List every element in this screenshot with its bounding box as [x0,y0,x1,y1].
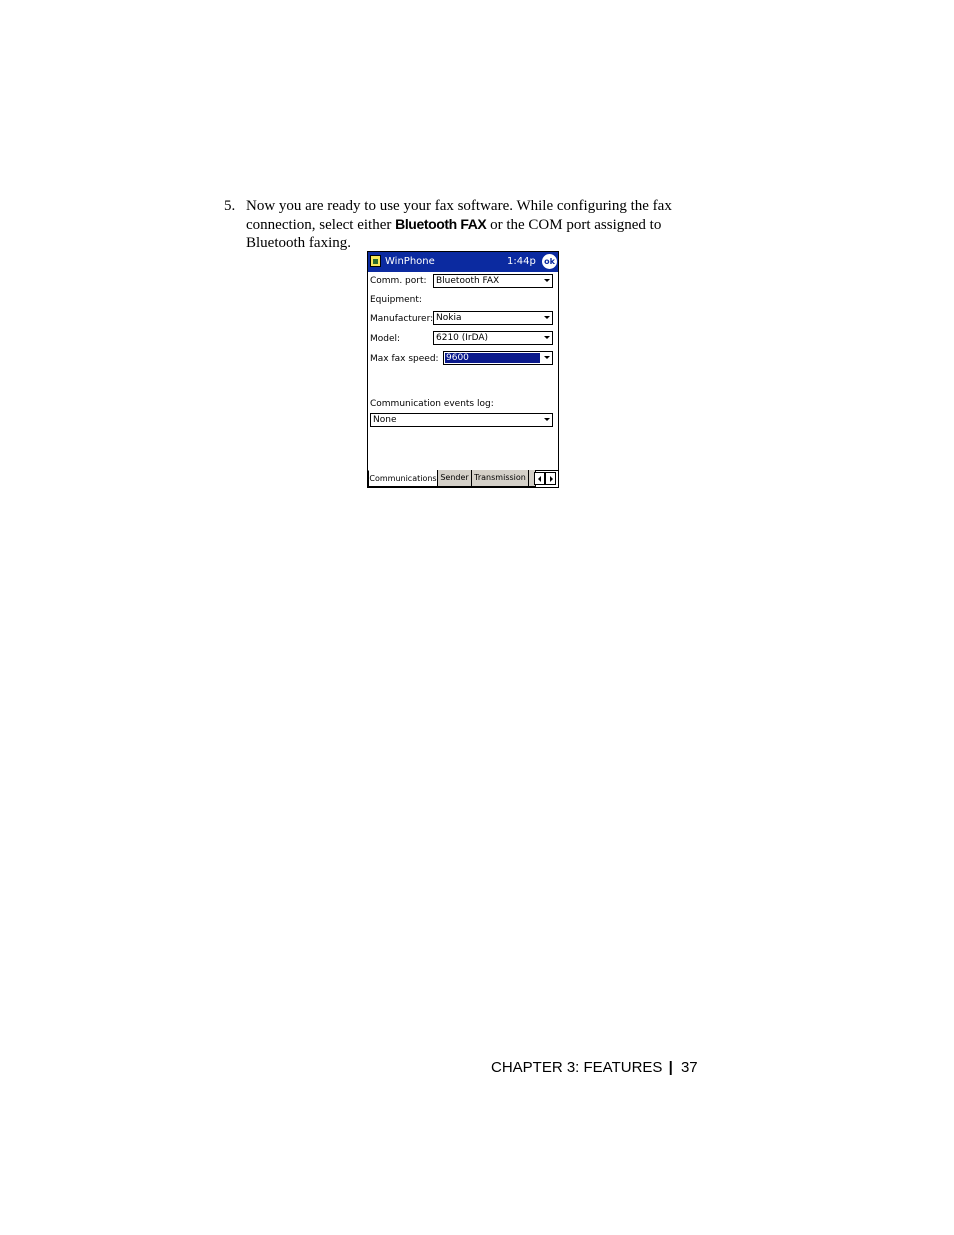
manufacturer-value: Nokia [436,313,462,323]
events-log-label: Communication events log: [370,399,494,409]
comm-port-select[interactable]: Bluetooth FAX [433,274,553,288]
dropdown-arrow-icon [544,279,550,282]
scroll-right-icon [550,476,553,482]
tab-transmission[interactable]: Transmission [471,470,529,487]
tab-scroll-left-button[interactable] [534,472,545,485]
dropdown-arrow-icon [544,336,550,339]
comm-port-value: Bluetooth FAX [436,276,500,286]
model-label: Model: [370,334,401,344]
model-select[interactable]: 6210 (IrDA) [433,331,553,345]
comm-port-label: Comm. port: [370,276,427,286]
dropdown-arrow-icon [544,418,550,421]
step-text: Now you are ready to use your fax softwa… [246,197,704,252]
tab-communications[interactable]: Communications [368,470,438,487]
scroll-left-icon [538,476,541,482]
manufacturer-select[interactable]: Nokia [433,311,553,325]
tab-scroll-right-button[interactable] [545,472,556,485]
winphone-screenshot: WinPhone 1:44p ok Comm. port: Bluetooth … [367,251,559,488]
winphone-app-icon [370,255,381,267]
title-bar: WinPhone 1:44p ok [368,252,558,272]
max-fax-speed-select[interactable]: 9600 [443,351,553,365]
max-fax-speed-value: 9600 [445,353,540,363]
step-paragraph: 5. Now you are ready to use your fax sof… [224,197,704,252]
model-value: 6210 (IrDA) [436,333,489,343]
footer-separator: | [668,1059,673,1076]
chapter-title: CHAPTER 3: FEATURES [491,1059,663,1076]
events-log-select[interactable]: None [370,413,553,427]
bluetooth-fax-label: Bluetooth FAX [395,216,487,232]
step-number: 5. [224,198,236,214]
clock: 1:44p [507,256,536,267]
max-fax-speed-label: Max fax speed: [370,354,439,364]
app-title: WinPhone [385,256,435,267]
manufacturer-label: Manufacturer: [370,314,434,324]
events-log-value: None [373,415,397,425]
tab-sender[interactable]: Sender [437,470,472,487]
ok-button[interactable]: ok [542,254,557,269]
tab-bar: Communications Sender Transmission [368,470,558,487]
page-number: 37 [680,1059,698,1076]
equipment-label: Equipment: [370,295,422,305]
page-footer: CHAPTER 3: FEATURES | 37 [491,1059,698,1076]
dropdown-arrow-icon [544,356,550,359]
dropdown-arrow-icon [544,316,550,319]
